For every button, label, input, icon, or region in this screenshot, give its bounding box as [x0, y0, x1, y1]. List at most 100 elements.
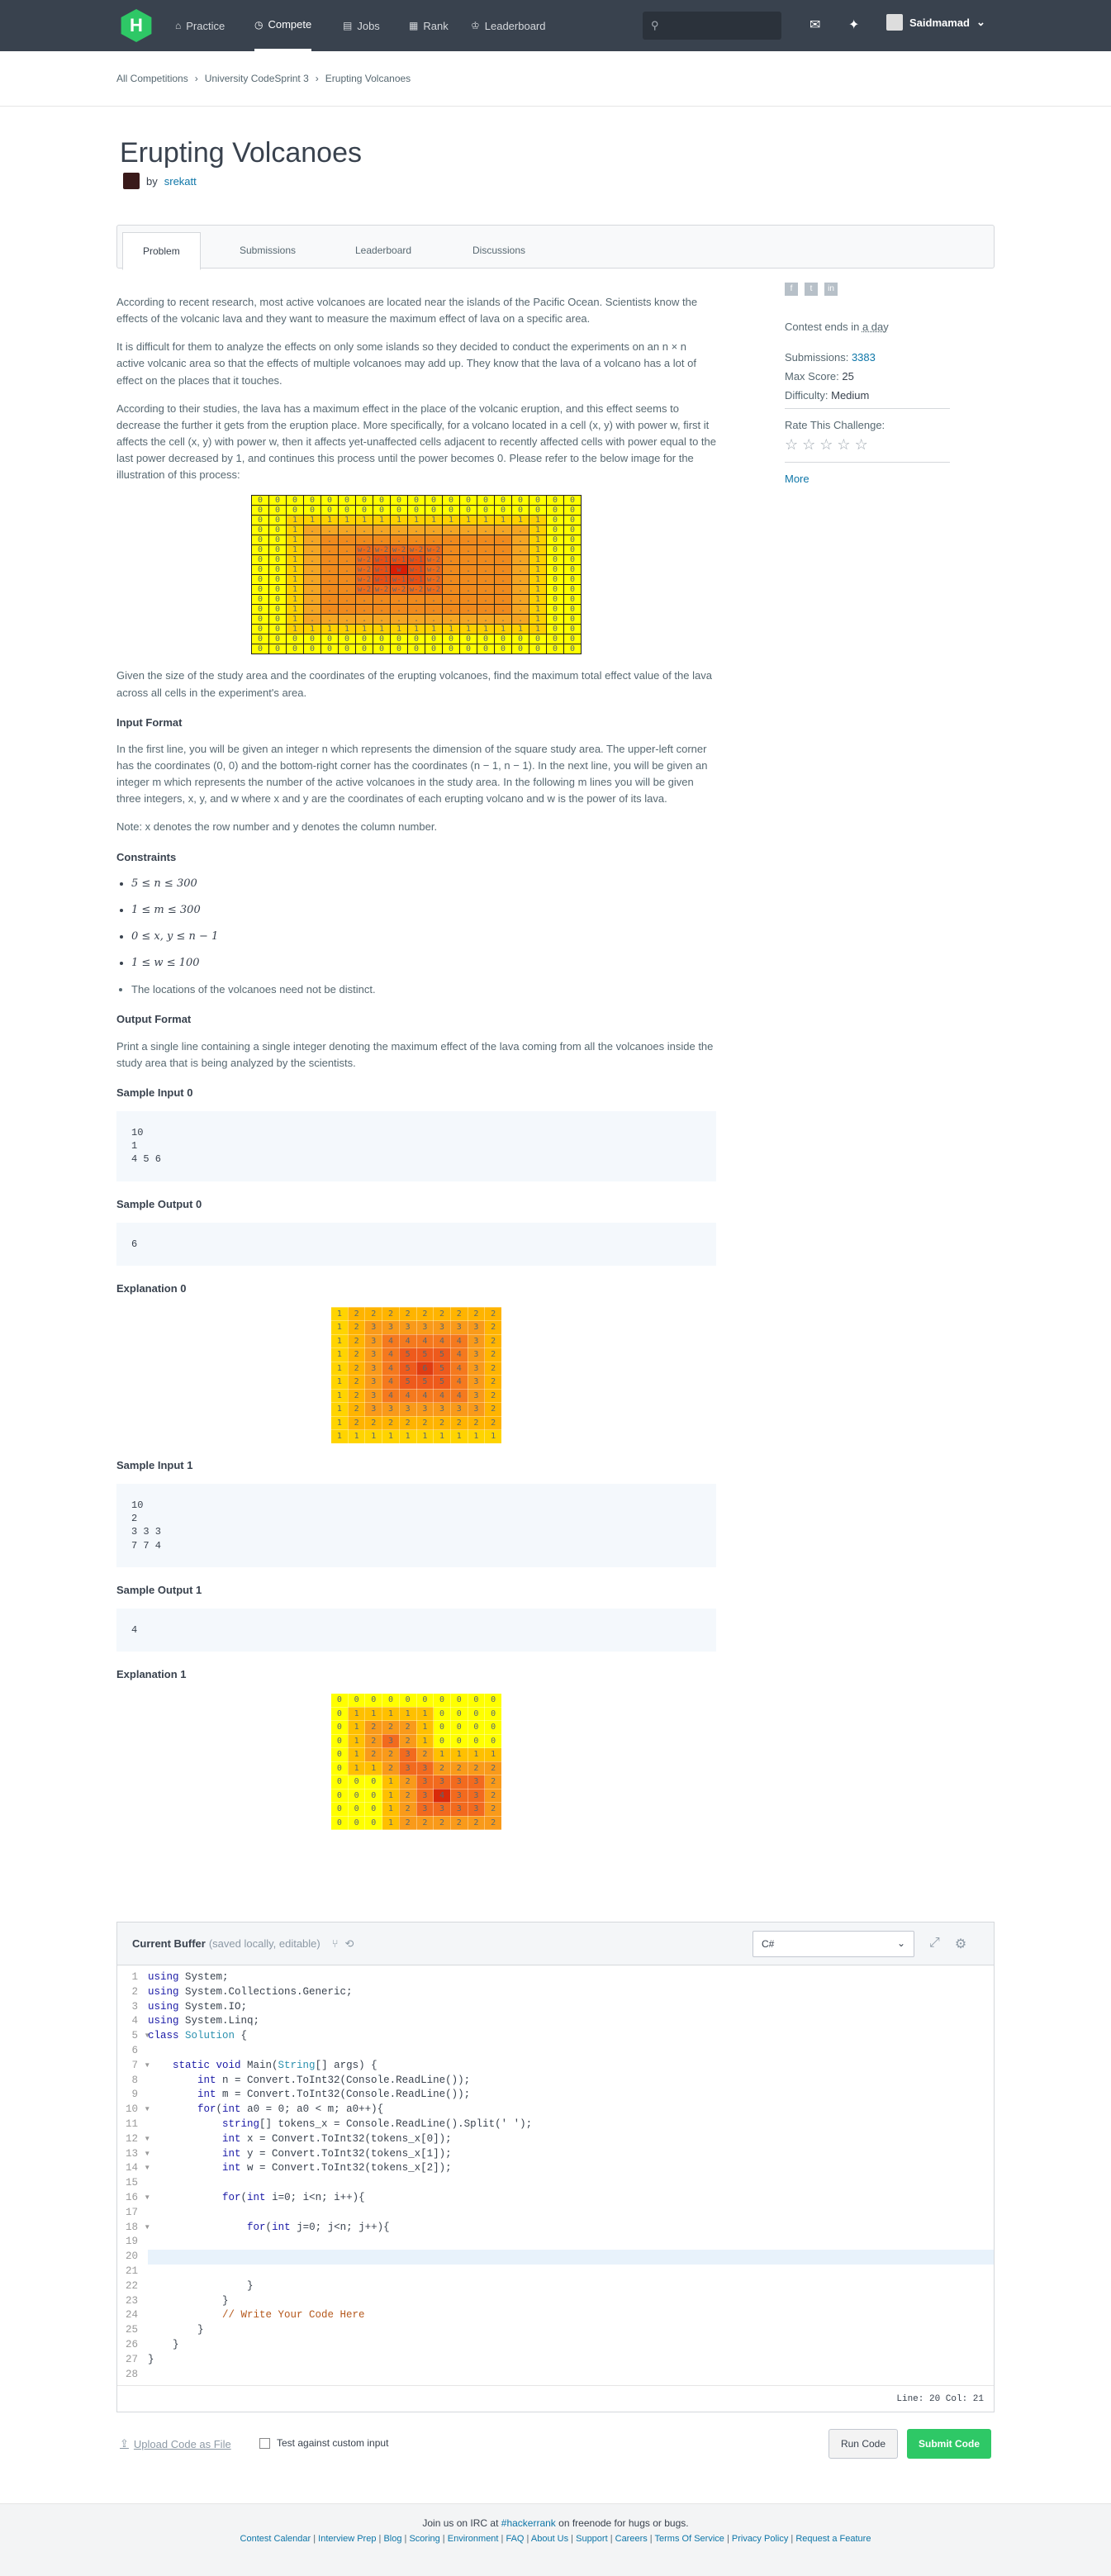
grid-cell: 1 — [382, 1815, 400, 1831]
grid-cell: . — [494, 614, 512, 625]
grid-cell: 0 — [330, 1788, 349, 1804]
grid-cell: 1 — [529, 604, 547, 615]
grid-cell: 2 — [364, 1733, 383, 1749]
code-area[interactable]: 1 2 3 4 5 ▾ 6 7 ▾ 8 9 10 ▾ 11 12 ▾ 13 ▾ … — [117, 1965, 994, 2387]
grid-cell: 0 — [268, 525, 287, 536]
grid-cell: 1 — [355, 624, 373, 635]
grid-cell: 0 — [425, 634, 443, 645]
sample-input-1: 10 2 3 3 3 7 7 4 — [116, 1484, 716, 1567]
author-avatar — [123, 173, 140, 189]
rating-stars[interactable]: ☆ ☆ ☆ ☆ ☆ — [785, 436, 950, 454]
history-icon[interactable]: ⟲ — [345, 1937, 354, 1951]
footer-link[interactable]: About Us — [531, 2534, 568, 2544]
star-icon[interactable]: ☆ — [819, 436, 833, 454]
section-heading: Sample Input 0 — [116, 1086, 193, 1099]
submissions-link[interactable]: 3383 — [852, 351, 876, 364]
footer-link[interactable]: FAQ — [506, 2534, 524, 2544]
tab-leaderboard[interactable]: Leaderboard — [335, 232, 431, 269]
footer: Join us on IRC at #hackerrank on freenod… — [0, 2503, 1111, 2576]
messages-icon[interactable]: ✉ — [810, 17, 820, 33]
nav-leaderboard[interactable]: ♔ Leaderboard — [471, 0, 546, 51]
notifications-icon[interactable]: ✦ — [848, 17, 859, 33]
tab-discussions[interactable]: Discussions — [453, 232, 545, 269]
upload-code-link[interactable]: ⇪ Upload Code as File — [120, 2437, 231, 2450]
footer-link[interactable]: Careers — [615, 2534, 648, 2544]
linkedin-icon[interactable]: in — [824, 283, 838, 296]
fullscreen-icon[interactable]: ⤢ — [929, 1936, 940, 1952]
grid-cell: 0 — [546, 574, 564, 586]
author-link[interactable]: srekatt — [164, 175, 197, 188]
grid-cell: 0 — [477, 505, 495, 516]
breadcrumb-challenge[interactable]: Erupting Volcanoes — [325, 73, 411, 84]
grid-cell: 3 — [415, 1788, 434, 1804]
irc-text: Join us on IRC at — [422, 2517, 499, 2529]
language-select[interactable]: C# ⌄ — [753, 1931, 914, 1957]
user-menu[interactable]: Saidmamad ⌄ — [886, 14, 985, 31]
grid-cell: 4 — [449, 1375, 468, 1390]
footer-link[interactable]: Support — [576, 2534, 608, 2544]
breadcrumb-all-competitions[interactable]: All Competitions — [116, 73, 188, 84]
nav-compete[interactable]: ◷ Compete — [254, 0, 312, 51]
submit-code-button[interactable]: Submit Code — [907, 2429, 991, 2459]
footer-link[interactable]: Terms Of Service — [655, 2534, 724, 2544]
branch-icon[interactable]: ⑂ — [332, 1937, 339, 1950]
breadcrumb-contest[interactable]: University CodeSprint 3 — [205, 73, 309, 84]
grid-cell: 0 — [355, 644, 373, 655]
footer-link[interactable]: Request a Feature — [795, 2534, 871, 2544]
footer-link[interactable]: Blog — [383, 2534, 401, 2544]
max-score-label: Max Score: — [785, 370, 839, 383]
grid-cell: 0 — [442, 495, 460, 506]
grid-cell: 0 — [563, 515, 582, 526]
grid-cell: 1 — [467, 1429, 486, 1444]
tab-submissions[interactable]: Submissions — [220, 232, 316, 269]
star-icon[interactable]: ☆ — [785, 436, 798, 454]
grid-cell: 0 — [330, 1775, 349, 1789]
grid-cell: 0 — [494, 495, 512, 506]
grid-cell: 2 — [398, 1802, 417, 1817]
twitter-icon[interactable]: t — [805, 283, 818, 296]
star-icon[interactable]: ☆ — [802, 436, 815, 454]
grid-cell: . — [494, 594, 512, 606]
grid-cell: . — [320, 525, 339, 536]
grid-cell: 0 — [467, 1720, 486, 1735]
more-link[interactable]: More — [785, 473, 810, 485]
grid-cell: . — [459, 594, 477, 606]
grid-cell: 0 — [563, 634, 582, 645]
custom-input-checkbox[interactable] — [259, 2437, 270, 2449]
footer-link[interactable]: Interview Prep — [318, 2534, 376, 2544]
search-box[interactable]: ⚲ — [643, 12, 781, 40]
facebook-icon[interactable]: f — [785, 283, 798, 296]
nav-practice[interactable]: ⌂ Practice — [175, 0, 225, 51]
gear-icon[interactable]: ⚙ — [955, 1936, 966, 1952]
grid-cell: w-2 — [373, 544, 391, 556]
star-icon[interactable]: ☆ — [855, 436, 868, 454]
footer-link[interactable]: Contest Calendar — [240, 2534, 311, 2544]
grid-cell: 0 — [546, 634, 564, 645]
code-lines[interactable]: using System; using System.Collections.G… — [148, 1970, 994, 2368]
grid-cell: 1 — [286, 564, 304, 576]
footer-link[interactable]: Environment — [448, 2534, 499, 2544]
grid-cell: 1 — [484, 1429, 502, 1444]
grid-cell: . — [390, 525, 408, 536]
grid-cell: . — [477, 535, 495, 546]
nav-jobs[interactable]: ▤ Jobs — [343, 0, 380, 51]
grid-cell: 1 — [330, 1375, 349, 1390]
grid-cell: 2 — [347, 1402, 366, 1417]
search-input[interactable] — [665, 19, 773, 32]
grid-cell: 1 — [286, 604, 304, 615]
grid-cell: 2 — [364, 1415, 383, 1431]
star-icon[interactable]: ☆ — [837, 436, 850, 454]
custom-input-option[interactable]: Test against custom input — [259, 2437, 388, 2449]
grid-cell: 1 — [529, 624, 547, 635]
irc-channel-link[interactable]: #hackerrank — [501, 2517, 556, 2529]
nav-rank[interactable]: ▦ Rank — [409, 0, 449, 51]
footer-link[interactable]: Scoring — [409, 2534, 439, 2544]
hackerrank-logo[interactable]: H — [121, 9, 152, 42]
grid-cell: 0 — [529, 505, 547, 516]
tab-problem[interactable]: Problem — [122, 232, 201, 270]
grid-cell: . — [407, 604, 425, 615]
grid-cell: . — [511, 564, 529, 576]
footer-link[interactable]: Privacy Policy — [732, 2534, 788, 2544]
run-code-button[interactable]: Run Code — [829, 2429, 898, 2459]
grid-cell: 2 — [364, 1720, 383, 1735]
